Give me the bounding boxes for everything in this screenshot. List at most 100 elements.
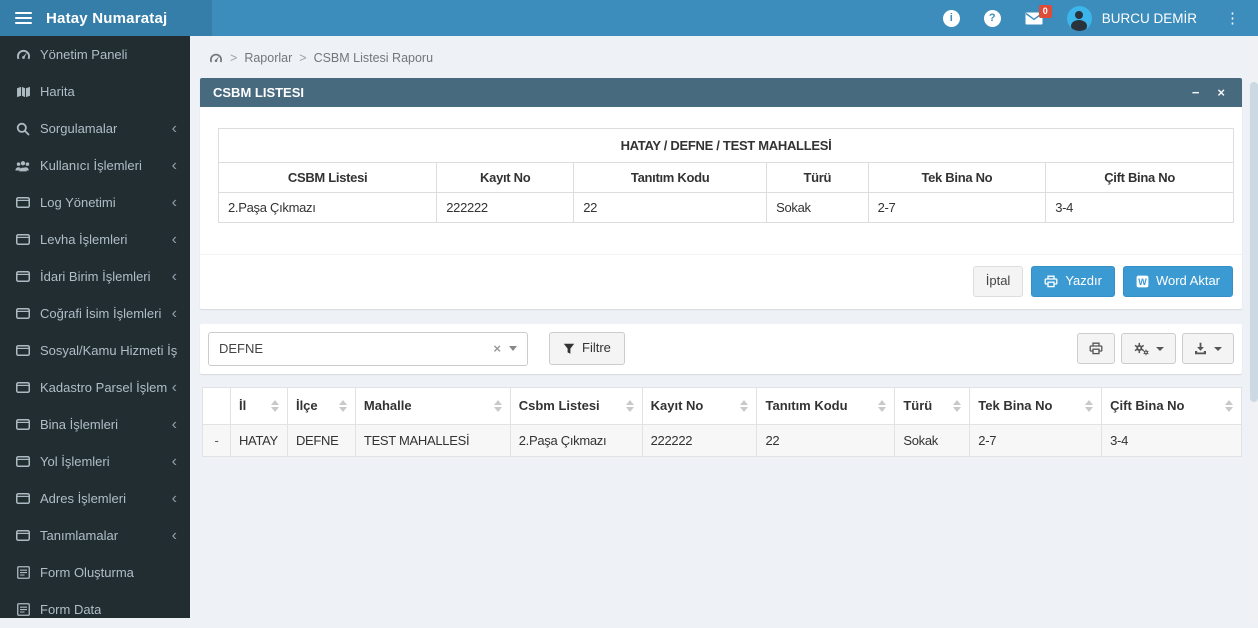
sidebar-item-harita[interactable]: Harita bbox=[0, 73, 190, 110]
sidebar-item-sosyal-kamu-hizmeti-islemleri[interactable]: Sosyal/Kamu Hizmeti İşlemleri bbox=[0, 332, 190, 369]
chevron-left-icon: ‹ bbox=[168, 121, 177, 137]
minimize-icon[interactable]: − bbox=[1192, 86, 1200, 99]
printer-icon bbox=[1089, 342, 1103, 355]
sidebar-item-kullanici-islemleri[interactable]: Kullanıcı İşlemleri ‹ bbox=[0, 147, 190, 184]
close-icon[interactable]: × bbox=[1217, 86, 1225, 99]
report-col-kayit-no: Kayıt No bbox=[437, 163, 574, 193]
cell-tek-bina-no: 2-7 bbox=[970, 424, 1102, 456]
chevron-down-icon bbox=[1214, 347, 1222, 351]
report-col-csbm-listesi: CSBM Listesi bbox=[219, 163, 437, 193]
results-table: İl İlçe Mahalle Csbm Listesi Kayıt No Ta… bbox=[202, 387, 1242, 457]
col-mahalle[interactable]: Mahalle bbox=[355, 387, 510, 424]
cell-kayit-no: 222222 bbox=[642, 424, 757, 456]
sidebar-item-levha-islemleri[interactable]: Levha İşlemleri ‹ bbox=[0, 221, 190, 258]
sidebar-item-form-olusturma[interactable]: Form Oluşturma bbox=[0, 554, 190, 591]
sidebar-item-sorgulamalar[interactable]: Sorgulamalar ‹ bbox=[0, 110, 190, 147]
sidebar-item-yonetim-paneli[interactable]: Yönetim Paneli bbox=[0, 36, 190, 73]
window-icon bbox=[15, 345, 31, 356]
col-il[interactable]: İl bbox=[230, 387, 287, 424]
kebab-menu-icon[interactable]: ⋮ bbox=[1221, 9, 1244, 28]
results-header-row: İl İlçe Mahalle Csbm Listesi Kayıt No Ta… bbox=[203, 387, 1242, 424]
sort-icon bbox=[620, 400, 634, 412]
breadcrumb-raporlar[interactable]: Raporlar bbox=[244, 51, 292, 65]
cell-cift-bina-no: 3-4 bbox=[1102, 424, 1242, 456]
vertical-scrollbar[interactable] bbox=[1250, 36, 1258, 618]
cell-mahalle: TEST MAHALLESİ bbox=[355, 424, 510, 456]
col-csbm-listesi[interactable]: Csbm Listesi bbox=[510, 387, 642, 424]
report-cell: 2.Paşa Çıkmazı bbox=[219, 193, 437, 223]
report-table: HATAY / DEFNE / TEST MAHALLESİ CSBM List… bbox=[218, 128, 1234, 223]
scrollbar-thumb[interactable] bbox=[1250, 82, 1258, 402]
user-menu[interactable]: BURCU DEMİR bbox=[1067, 6, 1197, 31]
sort-icon bbox=[734, 400, 748, 412]
window-icon bbox=[15, 493, 31, 504]
table-settings-button[interactable] bbox=[1121, 333, 1176, 364]
download-icon bbox=[1194, 342, 1207, 355]
gears-icon bbox=[1133, 342, 1149, 356]
sidebar-item-kadastro-parsel-islemleri[interactable]: Kadastro Parsel İşlemleri ‹ bbox=[0, 369, 190, 406]
sidebar-item-adres-islemleri[interactable]: Adres İşlemleri ‹ bbox=[0, 480, 190, 517]
window-icon bbox=[15, 308, 31, 319]
window-icon bbox=[15, 530, 31, 541]
sidebar-item-bina-islemleri[interactable]: Bina İşlemleri ‹ bbox=[0, 406, 190, 443]
sidebar-item-cografi-isim-islemleri[interactable]: Coğrafi İsim İşlemleri ‹ bbox=[0, 295, 190, 332]
report-cell: 222222 bbox=[437, 193, 574, 223]
print-button[interactable]: Yazdır bbox=[1031, 266, 1115, 297]
sidebar-item-form-data[interactable]: Form Data bbox=[0, 591, 190, 628]
sort-icon bbox=[1079, 400, 1093, 412]
sidebar-item-idari-birim-islemleri[interactable]: İdari Birim İşlemleri ‹ bbox=[0, 258, 190, 295]
panel-footer: İptal Yazdır W Word Aktar bbox=[200, 254, 1242, 309]
panel-title: CSBM LISTESI bbox=[213, 85, 304, 100]
user-name: BURCU DEMİR bbox=[1102, 11, 1197, 26]
main-content: > Raporlar > CSBM Listesi Raporu CSBM LI… bbox=[190, 36, 1250, 618]
search-icon bbox=[15, 122, 31, 136]
table-print-button[interactable] bbox=[1077, 333, 1115, 364]
report-col-tek-bina-no: Tek Bina No bbox=[868, 163, 1046, 193]
dashboard-icon bbox=[15, 48, 31, 61]
sort-icon bbox=[947, 400, 961, 412]
breadcrumb-separator: > bbox=[299, 51, 306, 65]
help-icon[interactable]: ? bbox=[984, 10, 1001, 27]
info-icon[interactable]: i bbox=[943, 10, 960, 27]
chevron-left-icon: ‹ bbox=[168, 491, 177, 507]
sort-icon bbox=[333, 400, 347, 412]
word-export-button[interactable]: W Word Aktar bbox=[1123, 266, 1233, 297]
col-cift-bina-no[interactable]: Çift Bina No bbox=[1102, 387, 1242, 424]
col-tanitim-kodu[interactable]: Tanıtım Kodu bbox=[757, 387, 895, 424]
col-ilce[interactable]: İlçe bbox=[287, 387, 355, 424]
col-turu[interactable]: Türü bbox=[895, 387, 970, 424]
sidebar-item-log-yonetimi[interactable]: Log Yönetimi ‹ bbox=[0, 184, 190, 221]
window-icon bbox=[15, 271, 31, 282]
breadcrumb-separator: > bbox=[230, 51, 237, 65]
panel-tools: − × bbox=[1192, 86, 1229, 99]
cancel-button[interactable]: İptal bbox=[973, 266, 1024, 297]
col-kayit-no[interactable]: Kayıt No bbox=[642, 387, 757, 424]
table-export-button[interactable] bbox=[1182, 333, 1234, 364]
district-select[interactable]: DEFNE × bbox=[208, 332, 528, 366]
district-select-value: DEFNE bbox=[219, 341, 263, 356]
sidebar: Yönetim Paneli Harita Sorgulamalar ‹ Kul… bbox=[0, 36, 190, 618]
sidebar-toggle-icon[interactable] bbox=[0, 0, 46, 36]
form-icon bbox=[15, 603, 31, 616]
form-icon bbox=[15, 566, 31, 579]
clear-selection-icon[interactable]: × bbox=[485, 341, 509, 356]
breadcrumb: > Raporlar > CSBM Listesi Raporu bbox=[200, 36, 1242, 78]
col-tek-bina-no[interactable]: Tek Bina No bbox=[970, 387, 1102, 424]
chevron-left-icon: ‹ bbox=[168, 528, 177, 544]
sidebar-item-yol-islemleri[interactable]: Yol İşlemleri ‹ bbox=[0, 443, 190, 480]
window-icon bbox=[15, 419, 31, 430]
report-cell: 2-7 bbox=[868, 193, 1046, 223]
messages-button[interactable]: 0 bbox=[1025, 12, 1043, 25]
filter-button[interactable]: Filtre bbox=[549, 332, 625, 365]
svg-text:W: W bbox=[1138, 277, 1147, 287]
cell-tanitim-kodu: 22 bbox=[757, 424, 895, 456]
results-table-container: İl İlçe Mahalle Csbm Listesi Kayıt No Ta… bbox=[202, 387, 1242, 457]
chevron-left-icon: ‹ bbox=[168, 454, 177, 470]
chevron-left-icon: ‹ bbox=[168, 417, 177, 433]
chevron-left-icon: ‹ bbox=[168, 306, 177, 322]
sidebar-item-tanimlamalar[interactable]: Tanımlamalar ‹ bbox=[0, 517, 190, 554]
row-expand-control[interactable]: - bbox=[203, 424, 231, 456]
map-icon bbox=[15, 86, 31, 98]
cell-ilce: DEFNE bbox=[287, 424, 355, 456]
window-icon bbox=[15, 234, 31, 245]
